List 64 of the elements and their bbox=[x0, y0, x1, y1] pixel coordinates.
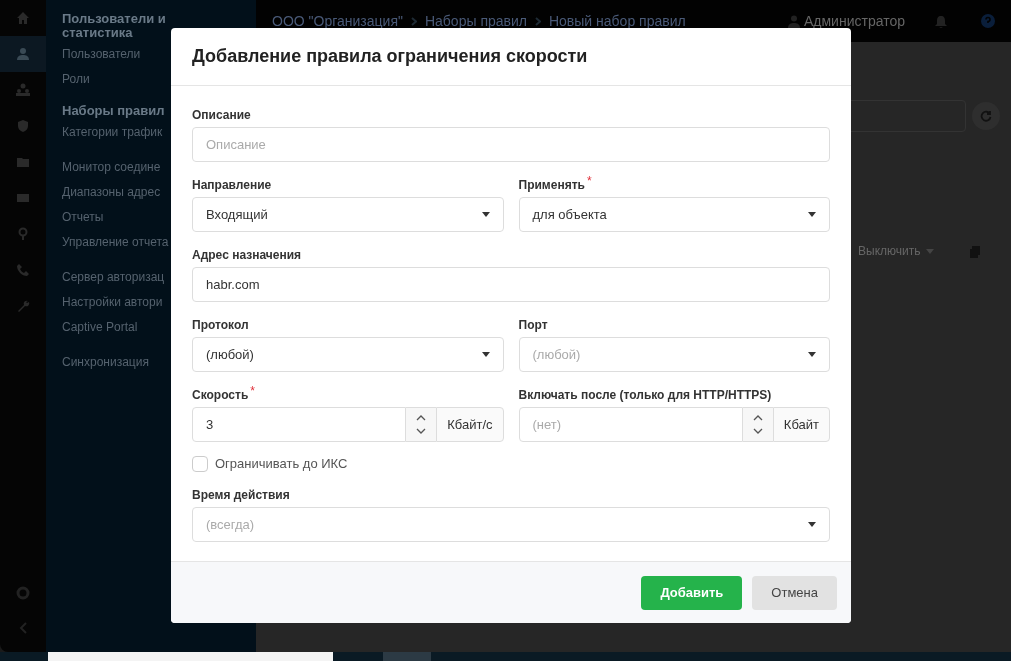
field-label: Порт bbox=[518, 317, 548, 334]
field-label: Скорость bbox=[192, 387, 249, 404]
field-label: Включать после (только для HTTP/HTTPS) bbox=[518, 387, 772, 404]
up-chevron-icon bbox=[416, 414, 427, 421]
up-chevron-icon bbox=[752, 414, 763, 421]
required-mark: * bbox=[250, 386, 255, 396]
caret-icon bbox=[481, 352, 490, 357]
caret-icon bbox=[808, 212, 816, 217]
number-field[interactable]: 3 bbox=[192, 407, 407, 442]
unit-label: Кбайт/с bbox=[436, 407, 504, 442]
section-title: Пользователи и статистика bbox=[62, 12, 167, 40]
spinner-buttons[interactable] bbox=[406, 407, 437, 442]
bell-icon[interactable] bbox=[935, 14, 947, 28]
down-chevron-icon bbox=[416, 428, 427, 435]
disable-dropdown-button[interactable]: Выключить bbox=[854, 238, 939, 264]
text-field[interactable]: Описание bbox=[192, 127, 830, 162]
field-label: Применять bbox=[518, 177, 585, 194]
caret-icon bbox=[808, 352, 816, 357]
add-button[interactable]: Добавить bbox=[641, 575, 743, 610]
refresh-button[interactable] bbox=[972, 102, 1000, 130]
select-field[interactable]: (любой) bbox=[192, 337, 504, 372]
caret-icon bbox=[926, 248, 935, 254]
select-field[interactable]: Входящий bbox=[192, 197, 504, 232]
collapse-icon bbox=[18, 622, 28, 634]
folder-icon bbox=[16, 155, 30, 169]
envelope-icon bbox=[16, 191, 30, 205]
down-chevron-icon bbox=[752, 428, 763, 435]
checkbox-option[interactable]: Ограничивать до ИКС bbox=[192, 456, 830, 472]
field-label: Протокол bbox=[192, 317, 249, 334]
breadcrumb-link[interactable]: Новый набор правил bbox=[548, 10, 686, 32]
rail-button[interactable] bbox=[0, 36, 46, 72]
user-icon bbox=[16, 47, 30, 61]
user-icon bbox=[788, 14, 800, 28]
people-icon bbox=[16, 83, 30, 97]
chevron-icon bbox=[410, 16, 417, 26]
refresh-icon bbox=[980, 110, 992, 122]
field-label: Время действия bbox=[192, 487, 290, 504]
text-field[interactable]: habr.com bbox=[192, 267, 830, 302]
phone-icon bbox=[16, 263, 30, 277]
number-field[interactable]: (нет) bbox=[518, 407, 743, 442]
house-icon bbox=[16, 11, 30, 25]
breadcrumb-link[interactable]: Наборы правил bbox=[424, 10, 527, 32]
select-field[interactable]: (любой) bbox=[518, 337, 830, 372]
cancel-button[interactable]: Отмена bbox=[752, 575, 837, 610]
location-pin-icon bbox=[16, 227, 30, 241]
required-mark: * bbox=[586, 176, 592, 186]
chevron-icon bbox=[534, 16, 541, 26]
caret-icon bbox=[808, 522, 816, 527]
caret-icon bbox=[481, 212, 490, 217]
select-field[interactable]: (всегда) bbox=[192, 507, 830, 542]
field-label: Направление bbox=[192, 177, 272, 194]
settings-icon bbox=[16, 586, 30, 600]
section-title: Наборы правил bbox=[62, 104, 166, 118]
user-menu[interactable]: Администратор bbox=[788, 10, 905, 32]
select-field[interactable]: для объекта bbox=[518, 197, 830, 232]
dialog-title: Добавление правила ограничения скорости bbox=[192, 45, 588, 68]
help-icon[interactable] bbox=[981, 14, 995, 28]
unit-label: Кбайт bbox=[772, 407, 830, 442]
spinner-buttons[interactable] bbox=[742, 407, 773, 442]
shield-icon bbox=[16, 119, 30, 133]
wrench-icon bbox=[16, 299, 30, 313]
breadcrumb-link[interactable]: ООО "Организация" bbox=[272, 10, 403, 32]
field-label: Описание bbox=[192, 107, 251, 124]
field-label: Адрес назначения bbox=[192, 247, 302, 264]
